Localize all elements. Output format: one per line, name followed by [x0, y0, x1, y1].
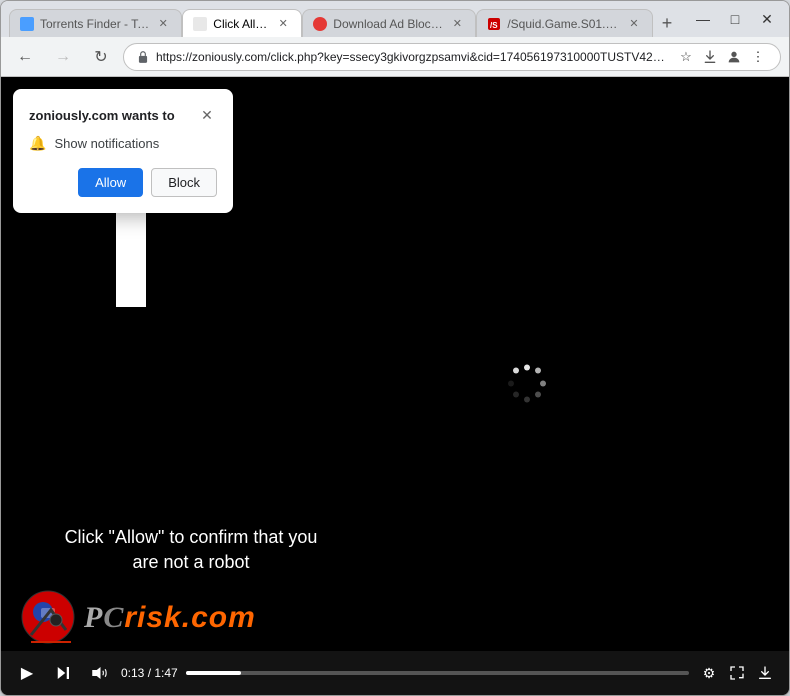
- tab-close-adblock[interactable]: ✕: [449, 16, 465, 32]
- notification-label: Show notifications: [54, 136, 159, 151]
- play-button[interactable]: ▶: [13, 659, 41, 687]
- forward-button[interactable]: →: [47, 41, 79, 73]
- video-controls: ▶ 0:13 / 1:47 ⚙: [1, 651, 789, 695]
- instruction-text: Click "Allow" to confirm that you are no…: [61, 525, 321, 575]
- secure-icon: [136, 50, 150, 64]
- pcrisk-icon: [21, 590, 76, 645]
- minimize-button[interactable]: —: [689, 5, 717, 33]
- close-window-button[interactable]: ✕: [753, 5, 781, 33]
- tab-favicon-torrents: [20, 17, 34, 31]
- address-bar[interactable]: https://zoniously.com/click.php?key=ssec…: [123, 43, 781, 71]
- account-icon[interactable]: [724, 47, 744, 67]
- pcrisk-risk-text: risk: [124, 601, 181, 634]
- spinner-container: [505, 362, 549, 411]
- page-content: zoniously.com wants to ✕ 🔔 Show notifica…: [1, 77, 789, 695]
- tab-title-allow: Click Allow: [213, 17, 269, 31]
- svg-text:/S: /S: [490, 21, 498, 30]
- time-display: 0:13 / 1:47: [121, 666, 178, 680]
- address-icons: ☆ ⋮: [676, 47, 768, 67]
- download-icon[interactable]: [700, 47, 720, 67]
- back-button[interactable]: ←: [9, 41, 41, 73]
- maximize-button[interactable]: □: [721, 5, 749, 33]
- current-time: 0:13: [121, 666, 144, 680]
- loading-spinner: [505, 362, 549, 406]
- tab-favicon-allow: [193, 17, 207, 31]
- tab-favicon-squid: /S: [487, 17, 501, 31]
- right-controls: ⚙: [697, 661, 777, 685]
- tab-favicon-adblock: [313, 17, 327, 31]
- next-button[interactable]: [49, 659, 77, 687]
- tab-close-torrents[interactable]: ✕: [155, 16, 171, 32]
- pcrisk-c-text: C: [103, 601, 124, 634]
- menu-icon[interactable]: ⋮: [748, 47, 768, 67]
- refresh-button[interactable]: ↻: [85, 41, 117, 73]
- popup-body: 🔔 Show notifications Allow Block: [29, 135, 217, 197]
- tab-close-allow[interactable]: ✕: [275, 16, 291, 32]
- tab-adblock[interactable]: Download Ad Block Gen... ✕: [302, 9, 476, 37]
- tabs-area: Torrents Finder - Torrent... ✕ Click All…: [9, 1, 681, 37]
- tab-title-squid: /Squid.Game.S01.COMP...: [507, 17, 620, 31]
- bookmark-icon[interactable]: ☆: [676, 47, 696, 67]
- volume-button[interactable]: [85, 659, 113, 687]
- tab-squid[interactable]: /S /Squid.Game.S01.COMP... ✕: [476, 9, 653, 37]
- tab-click-allow[interactable]: Click Allow ✕: [182, 9, 302, 37]
- allow-button[interactable]: Allow: [78, 168, 143, 197]
- block-button[interactable]: Block: [151, 168, 217, 197]
- pcrisk-pc-text: P: [84, 601, 103, 634]
- pcrisk-logo: PCrisk.com: [21, 590, 256, 645]
- popup-title: zoniously.com wants to: [29, 108, 175, 123]
- settings-button[interactable]: ⚙: [697, 661, 721, 685]
- url-text: https://zoniously.com/click.php?key=ssec…: [156, 50, 670, 64]
- popup-actions: Allow Block: [29, 168, 217, 197]
- window-controls: — □ ✕: [689, 5, 781, 33]
- total-time: 1:47: [154, 666, 177, 680]
- tab-title-torrents: Torrents Finder - Torrent...: [40, 17, 149, 31]
- popup-header: zoniously.com wants to ✕: [29, 105, 217, 125]
- bell-icon: 🔔: [29, 135, 46, 152]
- permission-popup: zoniously.com wants to ✕ 🔔 Show notifica…: [13, 89, 233, 213]
- new-tab-button[interactable]: +: [653, 9, 681, 37]
- pcrisk-text-group: PCrisk.com: [84, 601, 256, 635]
- tab-close-squid[interactable]: ✕: [626, 16, 642, 32]
- browser-window: Torrents Finder - Torrent... ✕ Click All…: [0, 0, 790, 696]
- notification-row: 🔔 Show notifications: [29, 135, 217, 152]
- download-video-button[interactable]: [753, 661, 777, 685]
- popup-close-button[interactable]: ✕: [197, 105, 217, 125]
- title-bar: Torrents Finder - Torrent... ✕ Click All…: [1, 1, 789, 37]
- fullscreen-button[interactable]: [725, 661, 749, 685]
- navigation-bar: ← → ↻ https://zoniously.com/click.php?ke…: [1, 37, 789, 77]
- progress-bar[interactable]: [186, 671, 689, 675]
- pcrisk-com-text: .com: [182, 601, 256, 634]
- tab-title-adblock: Download Ad Block Gen...: [333, 17, 443, 31]
- tab-torrents[interactable]: Torrents Finder - Torrent... ✕: [9, 9, 182, 37]
- progress-fill: [186, 671, 241, 675]
